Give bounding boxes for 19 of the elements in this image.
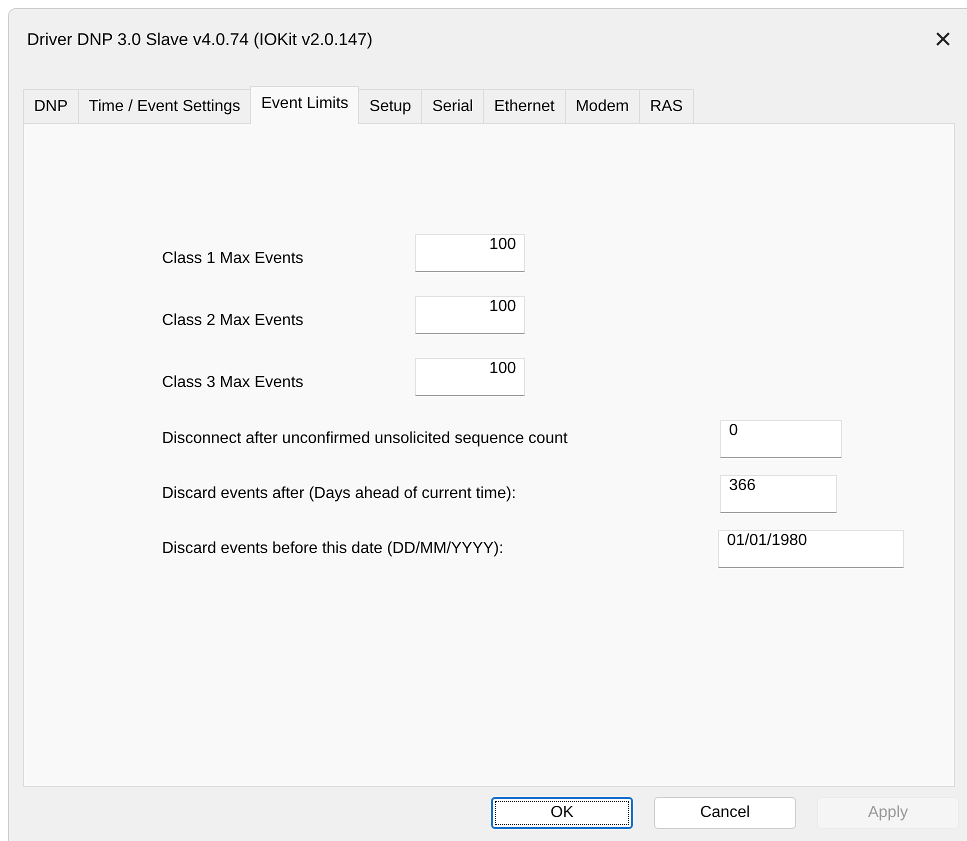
field-label: Discard events after (Days ahead of current time): bbox=[162, 484, 517, 503]
window-title: Driver DNP 3.0 Slave v4.0.74 (IOKit v2.0.147) bbox=[27, 30, 373, 50]
field-label: Class 3 Max Events bbox=[162, 373, 304, 392]
field-label: Disconnect after unconfirmed unsolicited sequence count bbox=[162, 429, 569, 448]
input-field[interactable]: 366 bbox=[720, 475, 837, 513]
field-label: Class 1 Max Events bbox=[162, 249, 304, 268]
tab[interactable]: Event Limits bbox=[250, 86, 360, 124]
ok-button[interactable]: OK bbox=[491, 797, 633, 829]
input-field[interactable]: 01/01/1980 bbox=[718, 530, 904, 568]
cancel-button[interactable]: Cancel bbox=[654, 797, 796, 829]
input-field[interactable]: 0 bbox=[720, 420, 842, 458]
close-button[interactable]: × bbox=[923, 20, 963, 60]
field-label: Discard events before this date (DD/MM/YYYY): bbox=[162, 539, 504, 558]
tab[interactable]: DNP bbox=[23, 89, 79, 123]
input-field[interactable]: 100 bbox=[415, 358, 525, 396]
tab[interactable]: RAS bbox=[638, 89, 694, 123]
field-label: Class 2 Max Events bbox=[162, 311, 304, 330]
input-field[interactable]: 100 bbox=[415, 296, 525, 334]
input-field[interactable]: 100 bbox=[415, 234, 525, 272]
